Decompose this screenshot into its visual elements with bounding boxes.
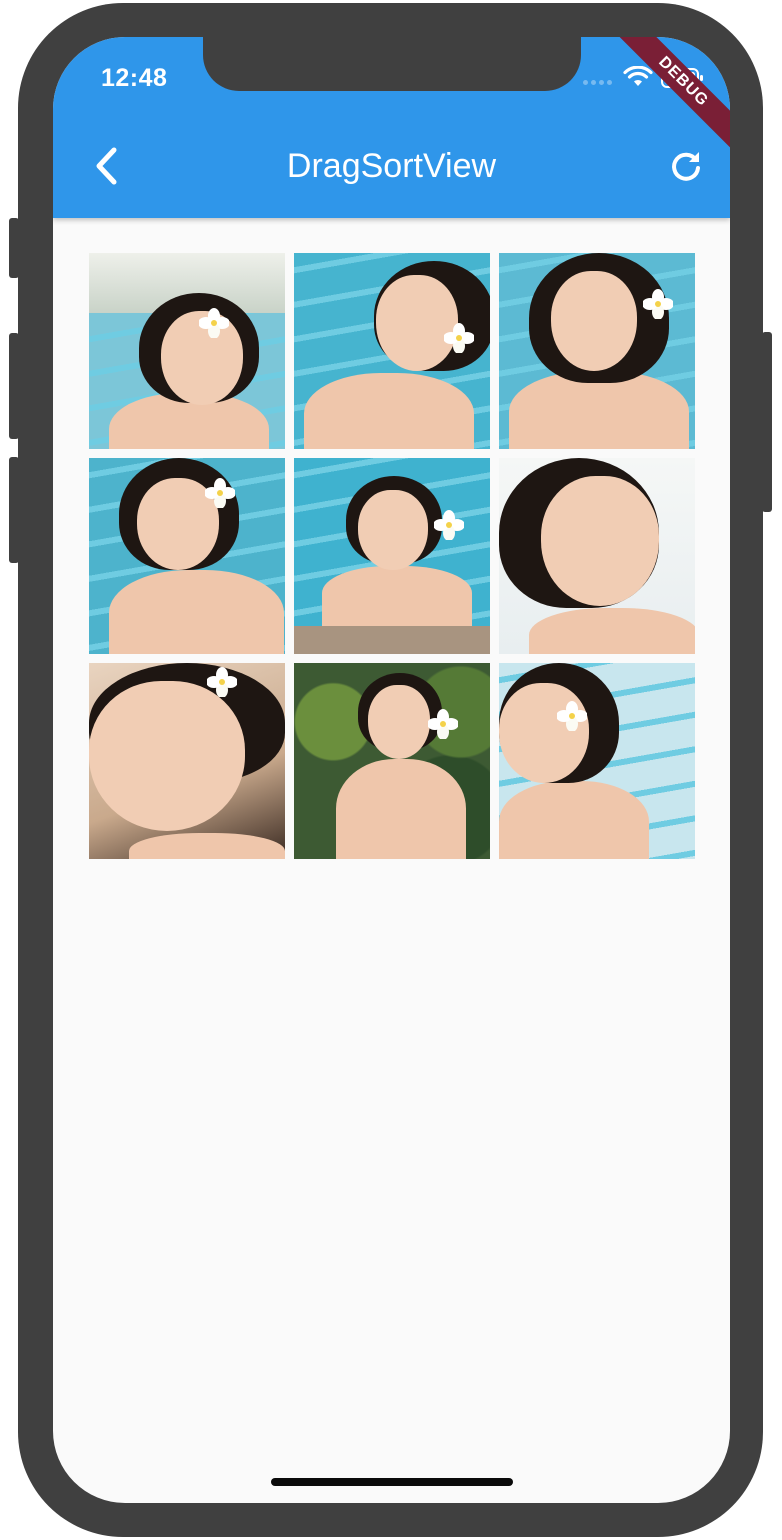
photo-tile[interactable] xyxy=(89,663,285,859)
photo-subject-face xyxy=(358,490,428,570)
flower-icon xyxy=(444,323,474,353)
cellular-signal-icon xyxy=(583,80,612,85)
photo-subject-body xyxy=(109,570,284,654)
notch xyxy=(203,37,581,91)
photo-subject-face xyxy=(551,271,637,371)
photo-tile[interactable] xyxy=(499,253,695,449)
debug-banner: DEBUG xyxy=(613,37,730,152)
flower-icon xyxy=(428,709,458,739)
photo-tile[interactable] xyxy=(89,253,285,449)
flower-icon xyxy=(199,308,229,338)
photo-subject-body xyxy=(529,608,695,654)
flower-icon xyxy=(557,701,587,731)
app-bar: 12:48 DEBUG DragSortView xyxy=(53,37,730,218)
photo-subject-face xyxy=(89,681,245,831)
wifi-icon xyxy=(623,66,653,86)
photo-subject-face xyxy=(368,685,430,759)
flower-icon xyxy=(207,667,237,697)
photo-subject-body xyxy=(129,833,285,859)
flower-icon xyxy=(205,478,235,508)
flower-icon xyxy=(434,510,464,540)
photo-tile[interactable] xyxy=(294,458,490,654)
photo-tile[interactable] xyxy=(294,253,490,449)
page-title: DragSortView xyxy=(286,147,497,185)
photo-subject-body xyxy=(336,759,466,859)
photo-tile[interactable] xyxy=(499,663,695,859)
refresh-icon xyxy=(672,152,700,181)
photo-subject-face xyxy=(541,476,659,606)
photo-subject-face xyxy=(499,683,589,783)
screen: 12:48 DEBUG DragSortView xyxy=(53,37,730,1503)
photo-pool-ledge xyxy=(294,626,490,654)
power-button xyxy=(762,332,772,512)
photo-subject-body xyxy=(304,373,474,449)
flower-icon xyxy=(643,289,673,319)
photo-subject-body xyxy=(322,566,472,626)
status-time: 12:48 xyxy=(101,64,168,92)
photo-tile[interactable] xyxy=(294,663,490,859)
photo-tile[interactable] xyxy=(89,458,285,654)
photo-grid xyxy=(89,253,695,859)
home-indicator[interactable] xyxy=(271,1478,513,1486)
photo-tile[interactable] xyxy=(499,458,695,654)
refresh-button[interactable] xyxy=(665,145,707,187)
photo-subject-body xyxy=(499,781,649,859)
